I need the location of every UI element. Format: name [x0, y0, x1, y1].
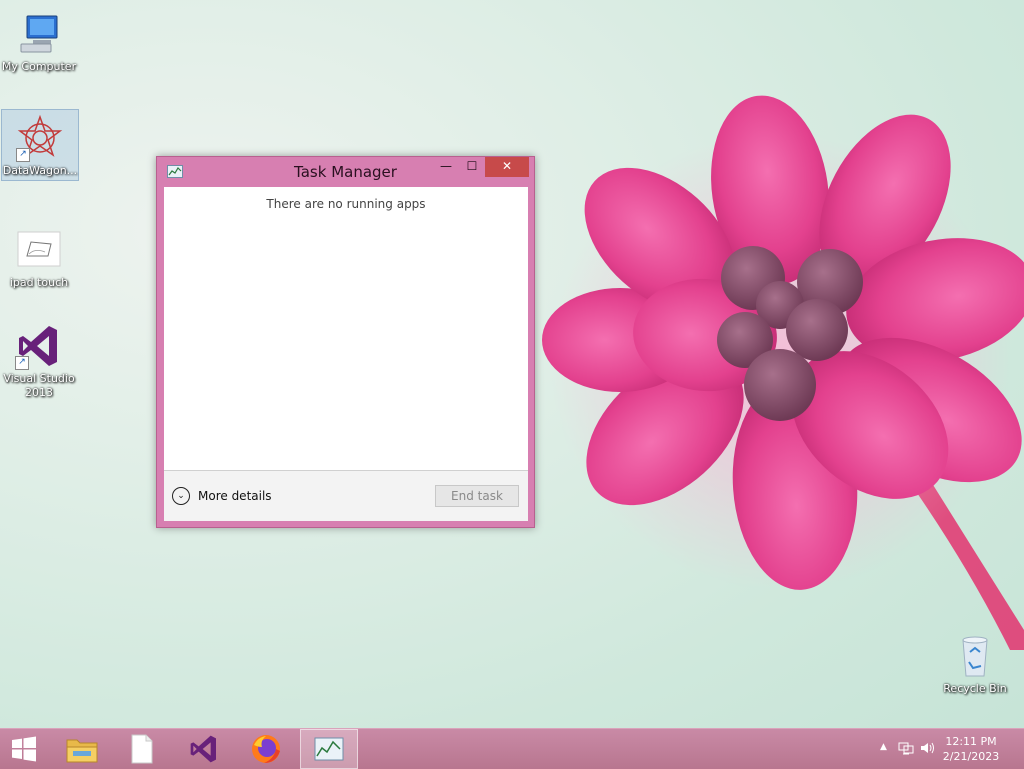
wallpaper-flower	[542, 95, 1024, 650]
network-icon[interactable]	[898, 741, 914, 755]
desktop-icon-recycle-bin[interactable]: Recycle Bin	[937, 628, 1013, 696]
taskbar-visual-studio[interactable]	[176, 729, 232, 769]
minimize-button[interactable]: —	[433, 157, 459, 177]
taskbar-firefox[interactable]	[238, 729, 294, 769]
task-manager-window[interactable]: Task Manager — ☐ ✕ There are no running …	[156, 156, 535, 528]
title-bar[interactable]: Task Manager — ☐ ✕	[157, 157, 534, 187]
more-details-label: More details	[198, 489, 272, 503]
taskbar-document[interactable]	[114, 729, 170, 769]
shortcut-arrow-icon: ↗	[16, 148, 30, 162]
volume-icon[interactable]	[920, 741, 936, 755]
visual-studio-icon: ↗	[15, 322, 63, 370]
desktop-icon-ipad-touch[interactable]: ipad touch	[1, 222, 77, 290]
visual-studio-icon	[190, 735, 216, 763]
start-button[interactable]	[0, 729, 48, 769]
taskbar-file-explorer[interactable]	[54, 729, 110, 769]
blank-document-icon	[131, 734, 153, 764]
chevron-down-icon: ⌄	[172, 487, 190, 505]
close-button[interactable]: ✕	[485, 157, 529, 177]
desktop-icon-label: Visual Studio 2013	[3, 372, 75, 399]
show-hidden-icons-button[interactable]: ▲	[880, 742, 887, 752]
start-windows-icon	[12, 736, 36, 762]
datawagon-icon: ↗	[16, 114, 64, 162]
taskbar-clock[interactable]: 12:11 PM 2/21/2023	[936, 734, 1006, 764]
shortcut-arrow-icon: ↗	[15, 356, 29, 370]
recycle-bin-icon	[951, 632, 999, 680]
maximize-button[interactable]: ☐	[459, 157, 485, 177]
drawing-file-icon	[15, 226, 63, 274]
desktop-icon-label: My Computer	[1, 60, 77, 73]
clock-time: 12:11 PM	[945, 735, 997, 748]
desktop-icon-my-computer[interactable]: My Computer	[1, 6, 77, 74]
clock-date: 2/21/2023	[942, 750, 1000, 763]
end-task-button[interactable]: End task	[435, 485, 519, 507]
computer-icon	[15, 10, 63, 58]
empty-app-list-message: There are no running apps	[266, 197, 426, 211]
desktop-icon-label: Recycle Bin	[943, 682, 1007, 695]
file-explorer-icon	[66, 739, 98, 763]
more-details-toggle[interactable]: ⌄ More details	[172, 486, 272, 506]
window-footer: ⌄ More details End task	[164, 470, 528, 521]
taskbar: ▲ 12:11 PM 2/21/2023	[0, 728, 1024, 769]
desktop-icon-label: ipad touch	[9, 276, 69, 289]
firefox-icon	[252, 735, 280, 763]
desktop-icon-label: DataWagon...	[2, 164, 78, 177]
desktop-icon-datawagon[interactable]: ↗ DataWagon...	[1, 109, 79, 181]
taskbar-task-manager[interactable]	[300, 729, 358, 769]
app-list-area: There are no running apps ⌄ More details…	[164, 187, 528, 521]
desktop-icon-visual-studio[interactable]: ↗ Visual Studio 2013	[1, 318, 77, 400]
system-tray: ▲ 12:11 PM 2/21/2023	[864, 729, 1024, 769]
task-manager-icon	[314, 737, 344, 761]
